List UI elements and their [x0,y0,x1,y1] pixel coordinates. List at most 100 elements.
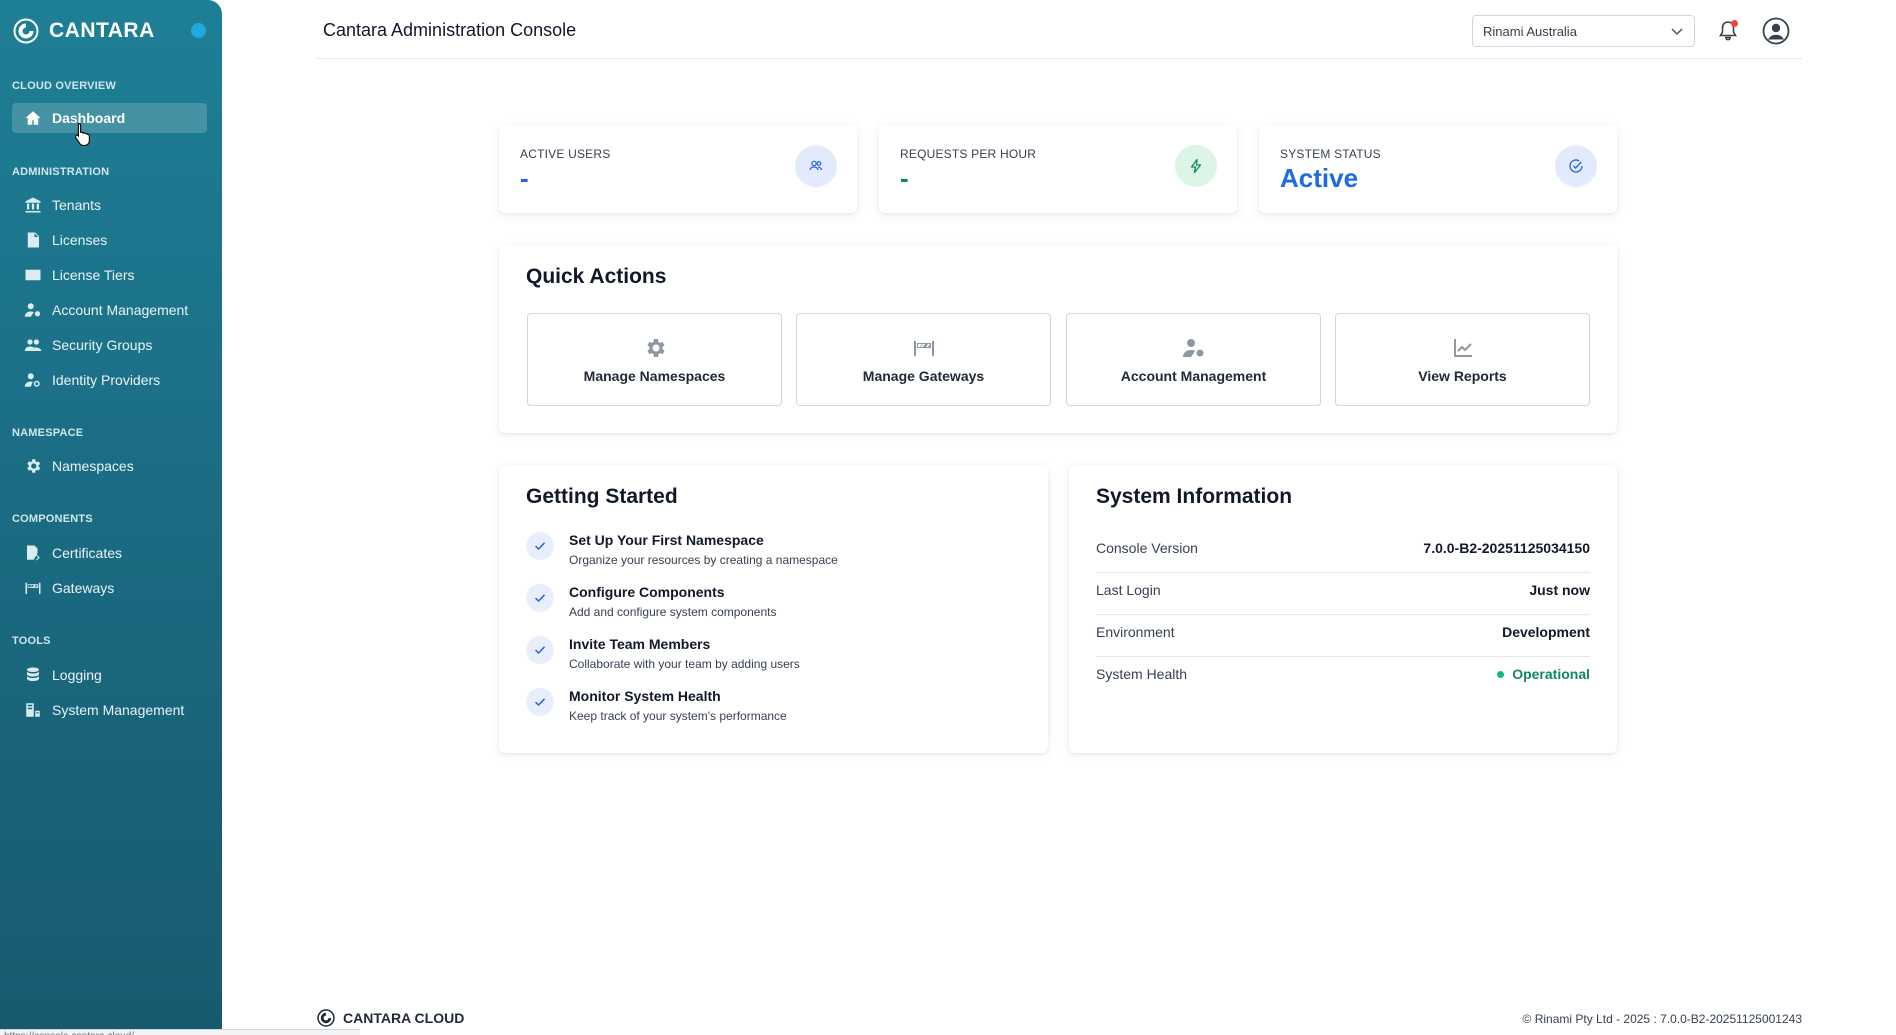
notification-dot [1731,20,1738,27]
mouse-pointer-icon [74,122,90,146]
sidebar-item-label: Tenants [52,197,102,213]
brand[interactable]: CANTARA [13,18,155,44]
lightning-badge [1175,145,1217,187]
sidebar-item-label: Logging [52,667,102,683]
gear-icon [646,338,665,357]
info-row-last-login: Last Login Just now [1096,573,1590,615]
chevron-down-icon [1671,28,1683,36]
stat-label: REQUESTS PER HOUR [900,147,1037,161]
info-value: Just now [1529,582,1590,598]
stat-value: - [900,163,909,193]
section-title-components: COMPONENTS [12,513,93,525]
section-title-tools: TOOLS [12,635,51,647]
footer-brand-name: CANTARA CLOUD [343,1010,465,1026]
certificate-icon [24,544,42,562]
manage-gateways-button[interactable]: Manage Gateways [796,313,1051,406]
sidebar-item-label: Security Groups [52,337,153,353]
button-label: View Reports [1418,367,1507,384]
stat-value: - [520,163,529,193]
header-divider [316,58,1802,59]
users-icon [809,160,823,171]
check-icon [526,688,554,716]
user-key-icon [24,371,42,389]
sidebar-item-certificates[interactable]: Certificates [12,538,207,568]
system-information-title: System Information [1096,485,1293,508]
section-title-cloud-overview: CLOUD OVERVIEW [12,80,117,92]
stat-label: SYSTEM STATUS [1280,147,1381,161]
tenant-select[interactable]: Rinami Australia [1472,15,1695,47]
footer-copyright: © Rinami Pty Ltd - 2025 : 7.0.0-B2-20251… [1522,1012,1802,1026]
info-key: Last Login [1096,582,1161,598]
sidebar-item-label: Gateways [52,580,115,596]
sidebar-item-account-management[interactable]: Account Management [12,295,207,325]
info-value: 7.0.0-B2-20251125034150 [1423,540,1590,556]
sidebar-item-dashboard[interactable]: Dashboard [12,103,207,133]
sidebar: CANTARA CLOUD OVERVIEW Dashboard ADMINIS… [0,0,222,1035]
sidebar-item-label: Identity Providers [52,372,161,388]
sidebar-item-label: System Management [52,702,185,718]
license-file-icon [24,231,42,249]
sidebar-item-identity-providers[interactable]: Identity Providers [12,365,207,395]
getting-started-card: Getting Started Set Up Your First Namesp… [499,465,1048,753]
chart-line-icon [1453,338,1472,357]
check-icon [526,584,554,612]
step-description: Organize your resources by creating a na… [569,553,838,567]
user-gear-icon [24,301,42,319]
id-card-icon [24,266,42,284]
lightning-icon [1190,158,1202,174]
page-title: Cantara Administration Console [323,20,577,40]
cantara-logo-icon [13,18,39,44]
info-key: System Health [1096,666,1188,682]
sidebar-item-security-groups[interactable]: Security Groups [12,330,207,360]
stat-value: Active [1280,163,1359,193]
tenant-select-value: Rinami Australia [1483,23,1577,39]
cantara-logo-icon [317,1009,335,1027]
sidebar-item-label: Namespaces [52,458,134,474]
gateway-icon [913,340,934,356]
footer-brand: CANTARA CLOUD [317,1009,464,1027]
view-reports-button[interactable]: View Reports [1335,313,1590,406]
step-title: Set Up Your First Namespace [569,532,764,548]
stat-card-system-status: SYSTEM STATUS Active [1259,125,1617,213]
sidebar-item-license-tiers[interactable]: License Tiers [12,260,207,290]
system-information-card: System Information Console Version 7.0.0… [1069,465,1617,753]
stat-card-requests-per-hour: REQUESTS PER HOUR - [879,125,1237,213]
brand-name: CANTARA [49,19,155,42]
users-icon [24,336,42,354]
button-label: Account Management [1120,367,1267,384]
browser-status-url: https://console.cantara.cloud/... [0,1029,360,1035]
home-icon [24,109,42,127]
step-title: Invite Team Members [569,636,711,652]
info-key: Console Version [1096,540,1198,556]
info-row-system-health: System Health Operational [1096,657,1590,699]
users-badge [795,145,837,187]
gear-icon [24,457,42,475]
getting-started-title: Getting Started [526,485,678,508]
sidebar-item-logging[interactable]: Logging [12,660,207,690]
sidebar-item-tenants[interactable]: Tenants [12,190,207,220]
check-icon [526,636,554,664]
button-label: Manage Gateways [862,367,985,384]
sidebar-item-system-management[interactable]: System Management [12,695,207,725]
step-title: Monitor System Health [569,688,721,704]
sidebar-item-licenses[interactable]: Licenses [12,225,207,255]
sidebar-item-label: Account Management [52,302,189,318]
sidebar-item-gateways[interactable]: Gateways [12,573,207,603]
sidebar-item-label: Certificates [52,545,123,561]
sidebar-item-namespaces[interactable]: Namespaces [12,451,207,481]
user-avatar-icon[interactable] [1762,17,1790,45]
section-title-namespace: NAMESPACE [12,427,84,439]
info-key: Environment [1096,624,1175,640]
building-icon [24,196,42,214]
sidebar-item-label: Licenses [52,232,108,248]
manage-namespaces-button[interactable]: Manage Namespaces [527,313,782,406]
quick-actions-title: Quick Actions [526,265,667,288]
info-row-environment: Environment Development [1096,615,1590,657]
step-description: Collaborate with your team by adding use… [569,657,800,671]
account-management-button[interactable]: Account Management [1066,313,1321,406]
section-title-administration: ADMINISTRATION [12,166,110,178]
check-badge [1555,145,1597,187]
gateway-icon [24,579,42,597]
check-icon [526,532,554,560]
step-title: Configure Components [569,584,725,600]
